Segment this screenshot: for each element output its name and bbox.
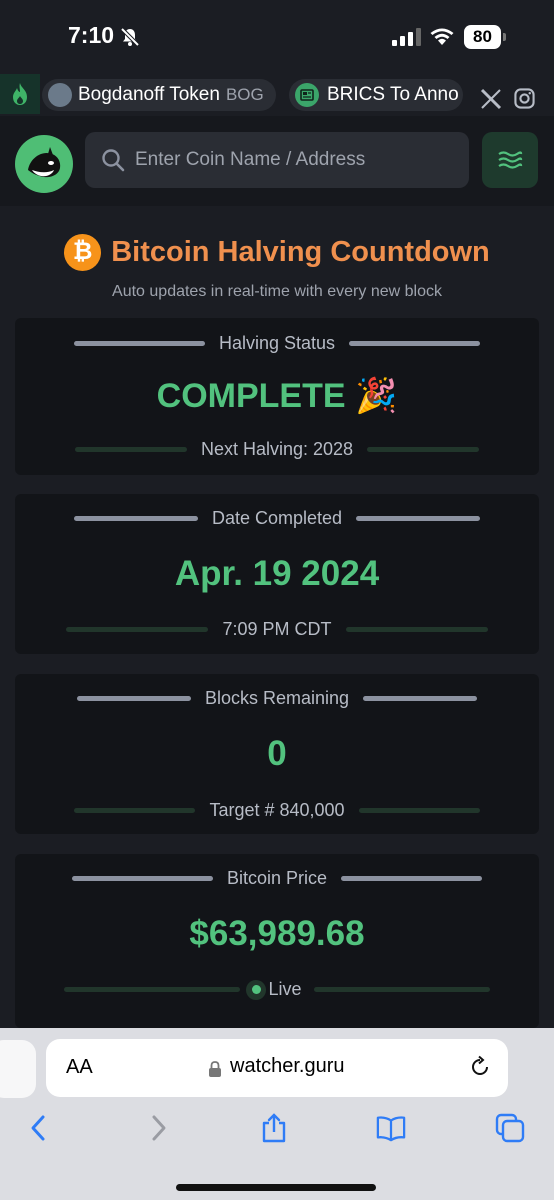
cell-signal-icon <box>392 28 421 46</box>
bell-muted-icon <box>120 27 140 47</box>
bitcoin-icon: ₿ <box>64 233 102 271</box>
lock-icon <box>209 1061 221 1077</box>
card-label: Blocks Remaining <box>204 688 350 708</box>
divider <box>66 627 209 632</box>
token-avatar <box>48 83 72 107</box>
share-icon[interactable] <box>259 1113 289 1143</box>
bookmarks-icon[interactable] <box>376 1113 406 1143</box>
search-icon <box>102 149 125 172</box>
divider <box>73 341 205 346</box>
bitcoin-price-value: $63,989.68 <box>189 914 365 953</box>
divider <box>358 808 480 813</box>
fire-icon <box>0 74 40 114</box>
status-time: 7:10 <box>68 22 115 48</box>
halving-status-card: Halving Status COMPLETE 🎉 Next Halving: … <box>15 318 539 475</box>
live-dot-icon <box>246 979 267 1000</box>
news-icon <box>295 83 319 107</box>
reload-icon[interactable] <box>468 1055 492 1079</box>
blocks-remaining-card: Blocks Remaining 0 Target # 840,000 <box>15 674 539 834</box>
x-twitter-icon[interactable] <box>480 88 502 110</box>
battery-indicator: 80 <box>464 25 506 49</box>
date-completed-value: Apr. 19 2024 <box>174 554 380 593</box>
battery-level: 80 <box>473 27 492 46</box>
wifi-icon <box>430 28 454 45</box>
divider <box>74 808 196 813</box>
ticker-item-bogdanoff[interactable]: Bogdanoff Token BOG <box>42 79 276 111</box>
next-halving-text: Next Halving: 2028 <box>200 439 354 459</box>
divider <box>356 516 481 521</box>
divider <box>367 447 480 452</box>
forward-icon[interactable] <box>143 1113 173 1143</box>
divider <box>76 696 191 701</box>
divider <box>341 876 483 881</box>
bitcoin-price-card: Bitcoin Price $63,989.68 Live <box>15 854 539 1028</box>
back-icon[interactable] <box>24 1113 54 1143</box>
page-subtitle: Auto updates in real-time with every new… <box>112 283 442 300</box>
ticker-item-symbol: BOG <box>225 85 264 104</box>
status-bar: 7:10 80 <box>0 0 554 74</box>
live-indicator: Live <box>240 979 313 1000</box>
halving-status-value: COMPLETE 🎉 <box>156 377 398 415</box>
divider <box>313 987 490 992</box>
target-block-text: Target # 840,000 <box>209 800 345 820</box>
divider <box>74 447 187 452</box>
address-bar[interactable]: AA watcher.guru <box>46 1039 508 1097</box>
coin-search-box[interactable] <box>85 132 469 188</box>
completed-time-text: 7:09 PM CDT <box>222 619 332 639</box>
page-title-row: ₿ Bitcoin Halving Countdown <box>0 232 554 272</box>
home-indicator <box>176 1184 376 1191</box>
divider <box>363 696 478 701</box>
search-input[interactable] <box>135 132 455 188</box>
instagram-icon[interactable] <box>514 88 535 109</box>
ticker-item-name: BRICS To Anno <box>327 84 459 105</box>
waves-menu-icon <box>498 151 523 169</box>
card-label: Date Completed <box>211 508 343 528</box>
ticker-item-name: Bogdanoff Token <box>78 84 220 105</box>
url-text: watcher.guru <box>230 1055 345 1077</box>
divider <box>345 627 488 632</box>
card-label: Halving Status <box>218 333 336 353</box>
divider <box>64 987 241 992</box>
whale-icon <box>28 147 61 178</box>
divider <box>349 341 481 346</box>
previous-tab-preview[interactable] <box>0 1040 36 1098</box>
date-completed-card: Date Completed Apr. 19 2024 7:09 PM CDT <box>15 494 539 654</box>
divider <box>73 516 198 521</box>
site-logo[interactable] <box>15 135 73 193</box>
ticker-item-brics[interactable]: BRICS To Anno <box>289 79 463 111</box>
menu-button[interactable] <box>482 132 538 188</box>
trending-ticker: Bogdanoff Token BOG BRICS To Anno <box>0 74 554 116</box>
reader-settings-button[interactable]: AA <box>66 1056 93 1079</box>
divider <box>71 876 213 881</box>
card-label: Bitcoin Price <box>226 868 328 888</box>
site-header <box>0 116 554 206</box>
page-title: Bitcoin Halving Countdown <box>111 235 490 268</box>
blocks-remaining-value: 0 <box>267 734 287 773</box>
live-label: Live <box>268 979 302 999</box>
tabs-icon[interactable] <box>495 1113 525 1143</box>
